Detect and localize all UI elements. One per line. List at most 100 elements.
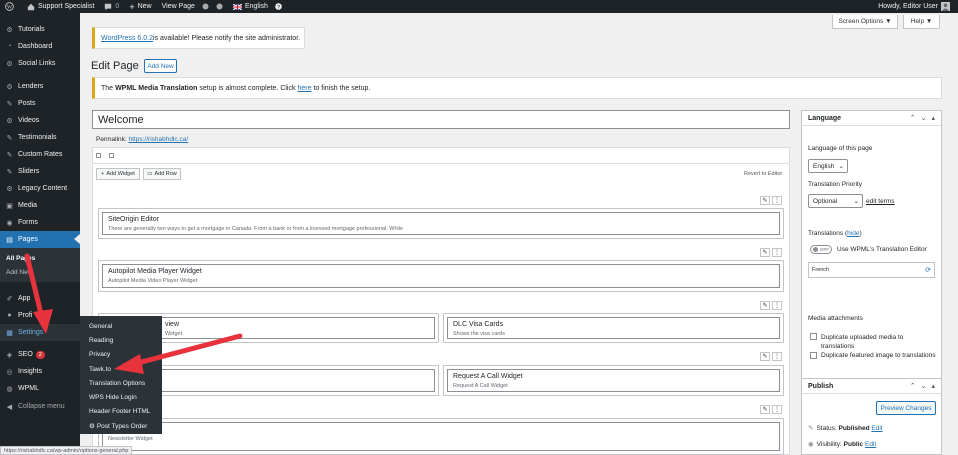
- sidebar-item-testimonials[interactable]: ✎ Testimonials: [0, 129, 80, 146]
- add-widget-button[interactable]: + Add Widget: [96, 168, 140, 180]
- toolbar-toggle-icon[interactable]: [109, 153, 114, 158]
- flyout-item-reading[interactable]: Reading: [89, 337, 113, 344]
- sidebar-item-social-links[interactable]: ⚙ Social Links: [0, 55, 80, 72]
- sidebar-item-seo[interactable]: ◈ SEO 2: [0, 346, 80, 363]
- chevron-up-icon[interactable]: ⌃: [910, 114, 916, 122]
- comments-link[interactable]: 0: [99, 0, 124, 13]
- translation-row-french[interactable]: French ⟳: [808, 262, 935, 278]
- row-edit-icon[interactable]: ✎: [760, 405, 770, 414]
- preview-changes-button[interactable]: Preview Changes: [876, 401, 936, 415]
- collapse-menu-button[interactable]: ◀ Collapse menu: [0, 398, 80, 415]
- flyout-item-header-footer-html[interactable]: Header Footer HTML: [89, 408, 150, 415]
- sidebar-item-label: Media: [18, 202, 38, 209]
- flyout-item-general[interactable]: General: [89, 323, 112, 330]
- user-icon: ●: [7, 312, 12, 319]
- duplicate-media-checkbox[interactable]: [810, 333, 817, 340]
- wpml-dot-icon[interactable]: [200, 0, 214, 13]
- add-row-button[interactable]: ▭ Add Row: [143, 168, 181, 180]
- sidebar-item-forms[interactable]: ◉ Forms: [0, 214, 80, 231]
- wpml-icon: ◍: [6, 385, 13, 393]
- toggle-arrow-icon[interactable]: ▴: [931, 114, 935, 122]
- translation-editor-toggle[interactable]: OFF: [810, 245, 832, 254]
- toolbar-toggle-icon[interactable]: [96, 153, 101, 158]
- widget-siteorigin-editor[interactable]: SiteOrigin Editor There are generally two…: [98, 208, 784, 239]
- submenu-all-pages[interactable]: All Pages: [0, 252, 80, 265]
- widget-autopilot-media[interactable]: Autopilot Media Player Widget Autopilot M…: [98, 260, 784, 292]
- row-menu-icon[interactable]: ⋮: [772, 301, 782, 310]
- widget-dlc-visa-cards[interactable]: DLC Visa Cards Shows the visa cards: [443, 313, 784, 343]
- sidebar-item-sliders[interactable]: ✎ Sliders: [0, 163, 80, 180]
- sidebar-item-pages[interactable]: ▤ Pages: [0, 231, 80, 248]
- circle-icon: [216, 3, 223, 10]
- toggle-knob-icon: [813, 247, 818, 252]
- plus-icon: +: [129, 1, 135, 12]
- row-menu-icon[interactable]: ⋮: [772, 248, 782, 257]
- row-edit-icon[interactable]: ✎: [760, 248, 770, 257]
- circle-icon: [202, 3, 209, 10]
- row-menu-icon[interactable]: ⋮: [772, 405, 782, 414]
- refresh-icon[interactable]: ⟳: [925, 266, 931, 274]
- sidebar-item-wpml[interactable]: ◍ WPML: [0, 380, 80, 397]
- sidebar-item-custom-rates[interactable]: ✎ Custom Rates: [0, 146, 80, 163]
- edit-status-link[interactable]: Edit: [871, 425, 882, 432]
- my-account-menu[interactable]: Howdy, Editor User: [873, 0, 958, 13]
- sidebar-item-label: Dashboard: [18, 43, 53, 50]
- row-edit-icon[interactable]: ✎: [760, 352, 770, 361]
- notice-bold-text: WPML Media Translation: [115, 84, 198, 92]
- row-edit-icon[interactable]: ✎: [760, 301, 770, 310]
- sidebar-item-insights[interactable]: ◎ Insights: [0, 363, 80, 380]
- toggle-arrow-icon[interactable]: ▴: [931, 382, 935, 390]
- submenu-add-new[interactable]: Add New: [0, 266, 80, 279]
- flyout-item-post-types-order[interactable]: ⚙ Post Types Order: [89, 422, 147, 430]
- add-new-button[interactable]: Add New: [144, 59, 177, 73]
- row-menu-icon[interactable]: ⋮: [772, 196, 782, 205]
- widget-newsletter[interactable]: Newsletter Widget: [98, 418, 784, 455]
- flyout-item-tawkto[interactable]: Tawk.to: [89, 366, 111, 373]
- hide-translations-link[interactable]: hide: [847, 230, 859, 237]
- widget-description: Shows the visa cards: [453, 331, 505, 337]
- permalink-link[interactable]: https://rishabhdlc.ca/: [129, 136, 189, 143]
- translation-priority-select[interactable]: Optional ⌄: [808, 194, 863, 208]
- edit-terms-link[interactable]: edit terms: [866, 198, 895, 205]
- help-icon[interactable]: ?: [273, 0, 287, 13]
- sidebar-item-legacy-content[interactable]: ⚙ Legacy Content: [0, 180, 80, 197]
- pin-icon: ✎: [6, 168, 13, 176]
- sidebar-item-label: WPML: [18, 385, 39, 392]
- view-page-link[interactable]: View Page: [157, 0, 200, 13]
- chevron-down-icon: ⌄: [853, 198, 859, 205]
- translations-heading: Translations (hide): [808, 230, 862, 237]
- language-switcher[interactable]: English: [228, 0, 273, 13]
- forms-icon: ◉: [6, 219, 13, 227]
- new-content-link[interactable]: + New: [124, 0, 156, 13]
- widget-request-a-call[interactable]: Request A Call Widget Request A Call Widg…: [443, 365, 784, 396]
- help-button[interactable]: Help ▼: [903, 15, 940, 29]
- flyout-item-translation-options[interactable]: Translation Options: [89, 380, 145, 387]
- sidebar-item-posts[interactable]: ✎ Posts: [0, 95, 80, 112]
- wordpress-logo-icon[interactable]: W: [0, 0, 22, 13]
- sidebar-item-media[interactable]: ▣ Media: [0, 197, 80, 214]
- notice-here-link[interactable]: here: [297, 85, 311, 92]
- sidebar-item-dashboard[interactable]: ◔ Dashboard: [0, 38, 80, 55]
- seo-dot-icon[interactable]: [214, 0, 228, 13]
- screen-options-button[interactable]: Screen Options ▼: [832, 15, 898, 29]
- site-name-link[interactable]: Support Specialist: [22, 0, 99, 13]
- sidebar-item-profile[interactable]: ● Profi: [0, 307, 80, 324]
- sidebar-item-settings[interactable]: ▦ Settings: [0, 324, 80, 341]
- sidebar-item-tutorials[interactable]: ⚙ Tutorials: [0, 21, 80, 38]
- chevron-up-icon[interactable]: ⌃: [910, 382, 916, 390]
- chevron-down-icon[interactable]: ⌄: [921, 114, 927, 122]
- row-edit-icon[interactable]: ✎: [760, 196, 770, 205]
- revert-to-editor-link[interactable]: Revert to Editor: [744, 171, 782, 177]
- duplicate-featured-checkbox[interactable]: [810, 352, 817, 359]
- sidebar-item-appearance[interactable]: ✐ App: [0, 290, 80, 307]
- row-menu-icon[interactable]: ⋮: [772, 352, 782, 361]
- post-title-input[interactable]: Welcome: [92, 110, 790, 129]
- sidebar-item-lenders[interactable]: ⚙ Lenders: [0, 78, 80, 95]
- sidebar-item-videos[interactable]: ⚙ Videos: [0, 112, 80, 129]
- chevron-down-icon[interactable]: ⌄: [921, 382, 927, 390]
- flyout-item-privacy[interactable]: Privacy: [89, 351, 110, 358]
- edit-visibility-link[interactable]: Edit: [865, 441, 876, 448]
- update-link[interactable]: WordPress 6.0.2: [101, 35, 153, 42]
- flyout-item-wps-hide-login[interactable]: WPS Hide Login: [89, 394, 137, 401]
- language-select[interactable]: English ⌄: [808, 159, 848, 173]
